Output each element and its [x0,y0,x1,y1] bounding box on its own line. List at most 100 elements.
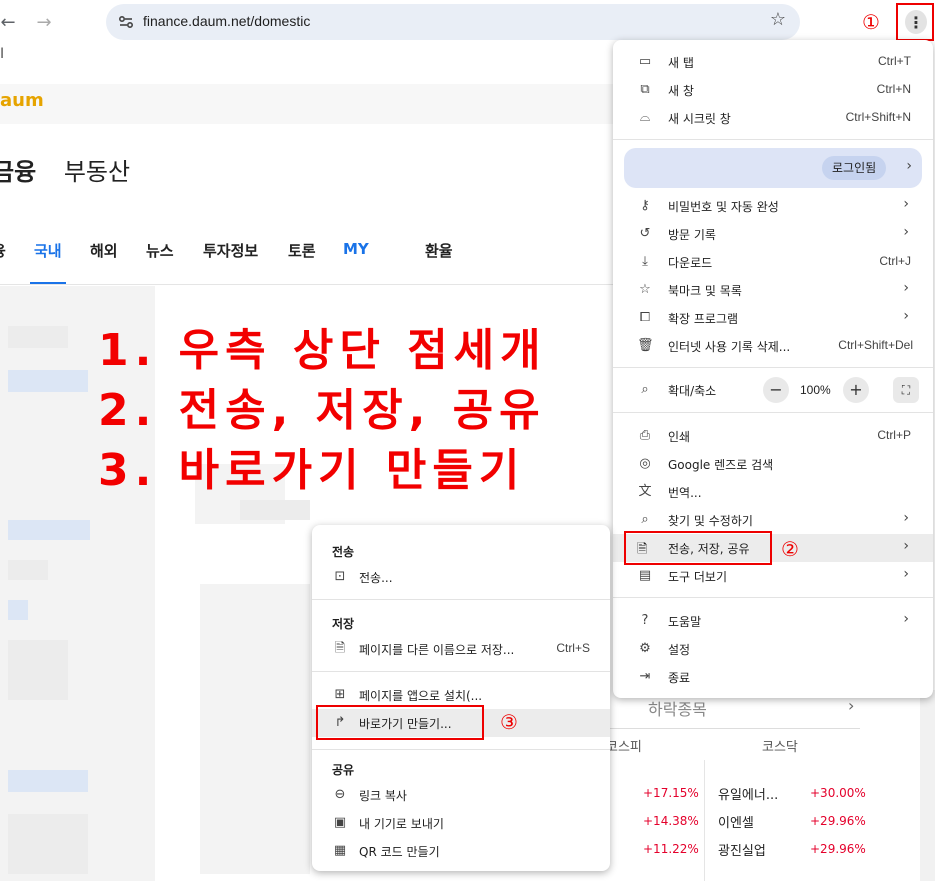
menu-label: 링크 복사 [359,789,407,803]
menu-new-window[interactable]: ⧉ 새 창 Ctrl+N [613,76,933,104]
new-tab-icon: ▭ [638,54,652,69]
history-icon: ↺ [639,226,651,241]
nav-tab-forum[interactable]: 토론 [288,240,316,261]
three-dots-icon: ⋮ [908,12,924,32]
col-kospi: 코스피 [606,740,642,755]
menu-clear-data[interactable]: 🗑 인터넷 사용 기록 삭제... Ctrl+Shift+Del [613,332,933,360]
menu-label: 찾기 및 수정하기 [668,514,753,528]
menu-label: 도움말 [668,615,702,629]
nav-tab-domestic[interactable]: 국내 [34,240,62,261]
forward-button[interactable]: → [30,8,58,36]
menu-downloads[interactable]: ⤓ 다운로드 Ctrl+J [613,248,933,276]
blurred-block [8,560,48,580]
zoom-in-button[interactable]: + [843,377,869,403]
menu-extensions[interactable]: ⧠ 확장 프로그램 › [613,304,933,332]
toolbox-icon: ▤ [638,568,652,583]
menu-incognito[interactable]: ⌓ 새 시크릿 창 Ctrl+Shift+N [613,104,933,132]
trash-icon: 🗑 [637,338,654,353]
blurred-block [8,600,28,620]
chevron-right-icon: › [903,280,909,296]
table-row[interactable]: 유일에너... [718,784,778,803]
table-row: +17.15% [643,786,699,800]
nav-tab-invest[interactable]: 투자정보 [203,240,258,261]
blurred-block [8,370,88,392]
column-divider [704,760,705,881]
menu-label: 내 기기로 보내기 [359,817,444,831]
nav-tab-news[interactable]: 뉴스 [146,240,174,261]
menu-settings[interactable]: ⚙ 설정 [613,635,933,663]
nav-tab-my[interactable]: MY [343,240,369,258]
menu-label: 설정 [668,643,691,657]
table-row[interactable]: 이엔셀 [718,812,754,831]
submenu-copy-link[interactable]: ⊖ 링크 복사 [312,781,610,809]
menu-label: 인쇄 [668,430,691,444]
section-header-save: 저장 [332,617,355,631]
menu-divider [312,749,610,750]
menu-divider [312,671,610,672]
menu-lens[interactable]: ◎ Google 렌즈로 검색 [613,450,933,478]
site-info-icon[interactable] [116,12,136,32]
chevron-right-icon: › [903,566,909,582]
url-text[interactable]: finance.daum.net/domestic [143,13,310,29]
signed-in-badge: 로그인됨 [822,156,887,180]
cast-save-share-highlight [624,531,772,565]
nav-tab-0[interactable]: 융 [0,240,6,261]
menu-exit[interactable]: ⇥ 종료 [613,663,933,691]
chevron-right-icon[interactable]: › [848,696,854,715]
page-scrollbar[interactable] [920,690,935,881]
menu-print[interactable]: ⎙ 인쇄 Ctrl+P [613,422,933,450]
menu-label: 확장 프로그램 [668,312,739,326]
menu-divider [613,367,933,368]
menu-more-tools[interactable]: ▤ 도구 더보기 › [613,562,933,590]
section-header-share: 공유 [332,763,355,777]
menu-history[interactable]: ↺ 방문 기록 › [613,220,933,248]
title-realestate[interactable]: 부동산 [64,158,130,186]
back-button[interactable]: ← [0,8,22,36]
zoom-out-button[interactable]: − [763,377,789,403]
table-row: +11.22% [643,842,699,856]
help-icon: ? [641,613,649,628]
chevron-right-icon: › [903,611,909,627]
menu-passwords[interactable]: ⚷ 비밀번호 및 자동 완성 › [613,192,933,220]
profile-row[interactable]: 로그인됨 › [624,148,922,188]
arrow-left-icon: ← [0,11,16,33]
chevron-right-icon: › [903,308,909,324]
address-bar[interactable]: finance.daum.net/domestic ☆ [106,4,800,40]
submenu-cast[interactable]: ⊡ 전송... [312,563,610,591]
table-row[interactable]: 광진실업 [718,840,766,859]
menu-bookmarks[interactable]: ☆ 북마크 및 목록 › [613,276,933,304]
tab-falling-stocks[interactable]: 하락종목 [648,696,707,720]
menu-help[interactable]: ? 도움말 › [613,607,933,635]
menu-label: 번역... [668,486,702,500]
shortcut-label: Ctrl+Shift+Del [838,338,913,352]
submenu-send-to-devices[interactable]: ▣ 내 기기로 보내기 [312,809,610,837]
menu-divider [613,412,933,413]
install-app-icon: ⊞ [334,687,346,702]
menu-label: Google 렌즈로 검색 [668,458,774,472]
nav-tab-overseas[interactable]: 해외 [90,240,118,261]
bookmark-star-icon[interactable]: ☆ [770,9,786,30]
menu-label: 페이지를 앱으로 설치(... [359,689,483,703]
submenu-save-as[interactable]: 🗎 페이지를 다른 이름으로 저장... Ctrl+S [312,635,610,663]
fullscreen-button[interactable]: ⛶ [893,377,919,403]
devices-icon: ▣ [333,815,347,830]
chevron-right-icon: › [903,538,909,554]
daum-logo[interactable]: aum [0,90,44,111]
menu-label: 새 탭 [668,56,694,70]
menu-zoom: ⌕ 확대/축소 − 100% + ⛶ [613,376,933,404]
menu-new-tab[interactable]: ▭ 새 탭 Ctrl+T [613,48,933,76]
annotation-line-1: 1. 우측 상단 점세개 [98,325,547,376]
title-finance[interactable]: 금융 [0,158,36,186]
nav-tab-exchange[interactable]: 환율 [425,240,453,261]
find-edit-icon: ⌕ [641,512,649,527]
menu-divider [613,597,933,598]
menu-translate[interactable]: 文 번역... [613,478,933,506]
submenu-qr-code[interactable]: ▦ QR 코드 만들기 [312,837,610,865]
menu-label: 북마크 및 목록 [668,284,742,298]
menu-button-highlight: ⋮ [896,3,934,41]
kebab-menu-button[interactable]: ⋮ [905,10,927,34]
gear-icon: ⚙ [639,641,651,656]
menu-label: QR 코드 만들기 [359,845,440,859]
menu-find[interactable]: ⌕ 찾기 및 수정하기 › [613,506,933,534]
shortcut-label: Ctrl+Shift+N [845,110,911,124]
